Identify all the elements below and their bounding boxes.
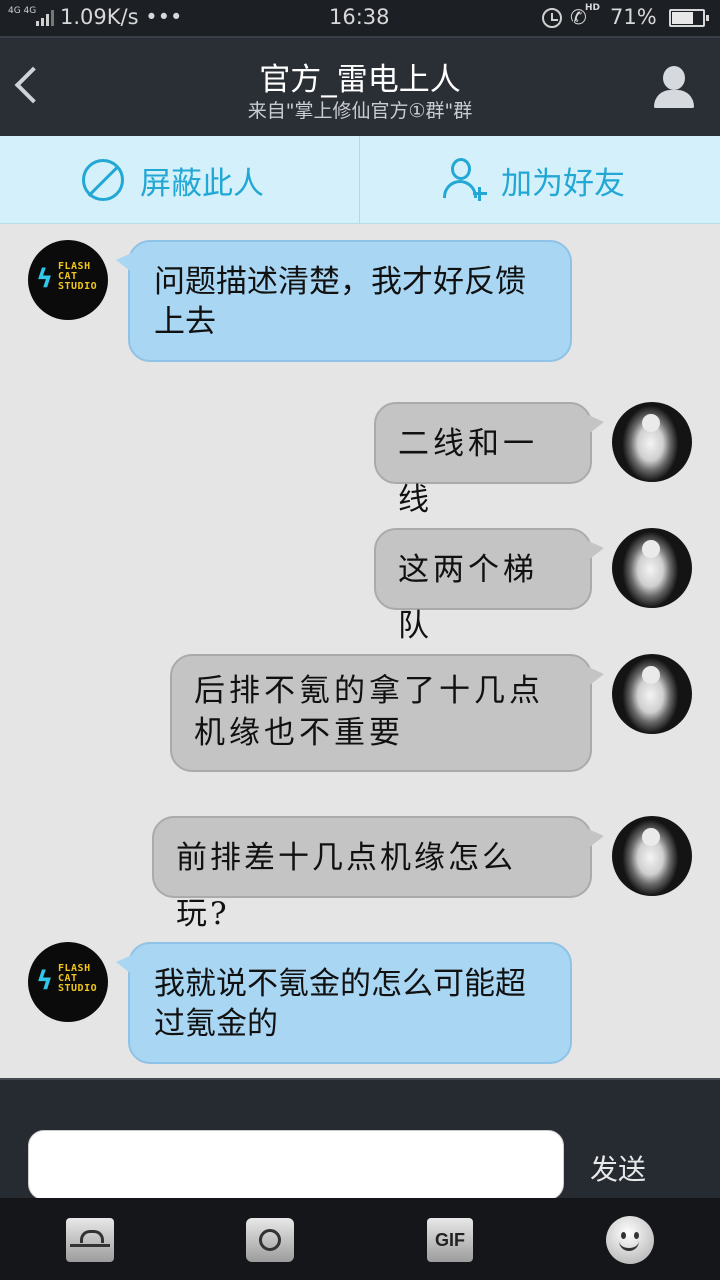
- message-input[interactable]: [28, 1130, 564, 1200]
- message-bubble-outgoing[interactable]: 前排差十几点机缘怎么玩?: [152, 816, 604, 932]
- battery-fill: [672, 12, 693, 24]
- avatar-logo-text: FLASH CAT STUDIO: [58, 261, 98, 292]
- battery-icon: [669, 9, 709, 27]
- add-friend-button[interactable]: 加为好友: [443, 136, 625, 224]
- page-subtitle: 来自"掌上修仙官方①群"群: [247, 100, 473, 122]
- status-bar: 4G 4G 1.09K/s ••• 16:38 ✆ HD 71%: [0, 0, 720, 36]
- message-bubble-incoming[interactable]: 问题描述清楚，我才好反馈上去: [116, 240, 572, 362]
- input-area: 发送: [0, 1078, 720, 1200]
- block-user-label: 屏蔽此人: [140, 165, 264, 202]
- emoji-icon[interactable]: [606, 1216, 654, 1264]
- lightning-icon: ϟ: [36, 264, 54, 294]
- send-button[interactable]: 发送: [590, 1148, 646, 1188]
- signal-icon: [36, 10, 56, 26]
- page-title: 官方_雷电上人: [259, 62, 461, 98]
- my-avatar[interactable]: [612, 654, 692, 734]
- avatar-logo-text: FLASH CAT STUDIO: [58, 963, 98, 994]
- message-bubble-outgoing[interactable]: 二线和一线: [374, 402, 604, 518]
- message-bubble-outgoing[interactable]: 后排不氪的拿了十几点机缘也不重要: [170, 654, 604, 772]
- clock: 16:38: [329, 5, 390, 29]
- photo-icon[interactable]: [66, 1218, 114, 1262]
- profile-icon[interactable]: [650, 64, 698, 110]
- message-bubble-outgoing[interactable]: 这两个梯队: [374, 528, 604, 644]
- my-avatar[interactable]: [612, 402, 692, 482]
- lightning-icon: ϟ: [36, 966, 54, 996]
- gif-icon[interactable]: GIF: [427, 1218, 473, 1262]
- camera-icon[interactable]: [246, 1218, 294, 1262]
- divider: [359, 136, 360, 224]
- chat-header: 官方_雷电上人 来自"掌上修仙官方①群"群: [0, 36, 720, 136]
- alarm-icon: [542, 8, 562, 28]
- network-type: 4G 4G: [8, 6, 37, 16]
- battery-percent: 71%: [610, 5, 657, 29]
- ban-icon: [82, 159, 124, 201]
- network-speed: 1.09K/s •••: [60, 5, 183, 29]
- sender-avatar[interactable]: ϟ FLASH CAT STUDIO: [28, 942, 108, 1022]
- message-list[interactable]: ϟ FLASH CAT STUDIO 问题描述清楚，我才好反馈上去 二线和一线 这两…: [0, 224, 720, 1078]
- add-friend-label: 加为好友: [501, 165, 625, 202]
- block-user-button[interactable]: 屏蔽此人: [82, 136, 264, 224]
- sender-avatar[interactable]: ϟ FLASH CAT STUDIO: [28, 240, 108, 320]
- my-avatar[interactable]: [612, 816, 692, 896]
- message-bubble-incoming[interactable]: 我就说不氪金的怎么可能超过氪金的: [116, 942, 572, 1064]
- hd-badge: HD: [585, 3, 601, 13]
- add-user-icon: [443, 158, 487, 202]
- action-bar: 屏蔽此人 加为好友: [0, 136, 720, 224]
- my-avatar[interactable]: [612, 528, 692, 608]
- bottom-toolbar: GIF: [0, 1198, 720, 1280]
